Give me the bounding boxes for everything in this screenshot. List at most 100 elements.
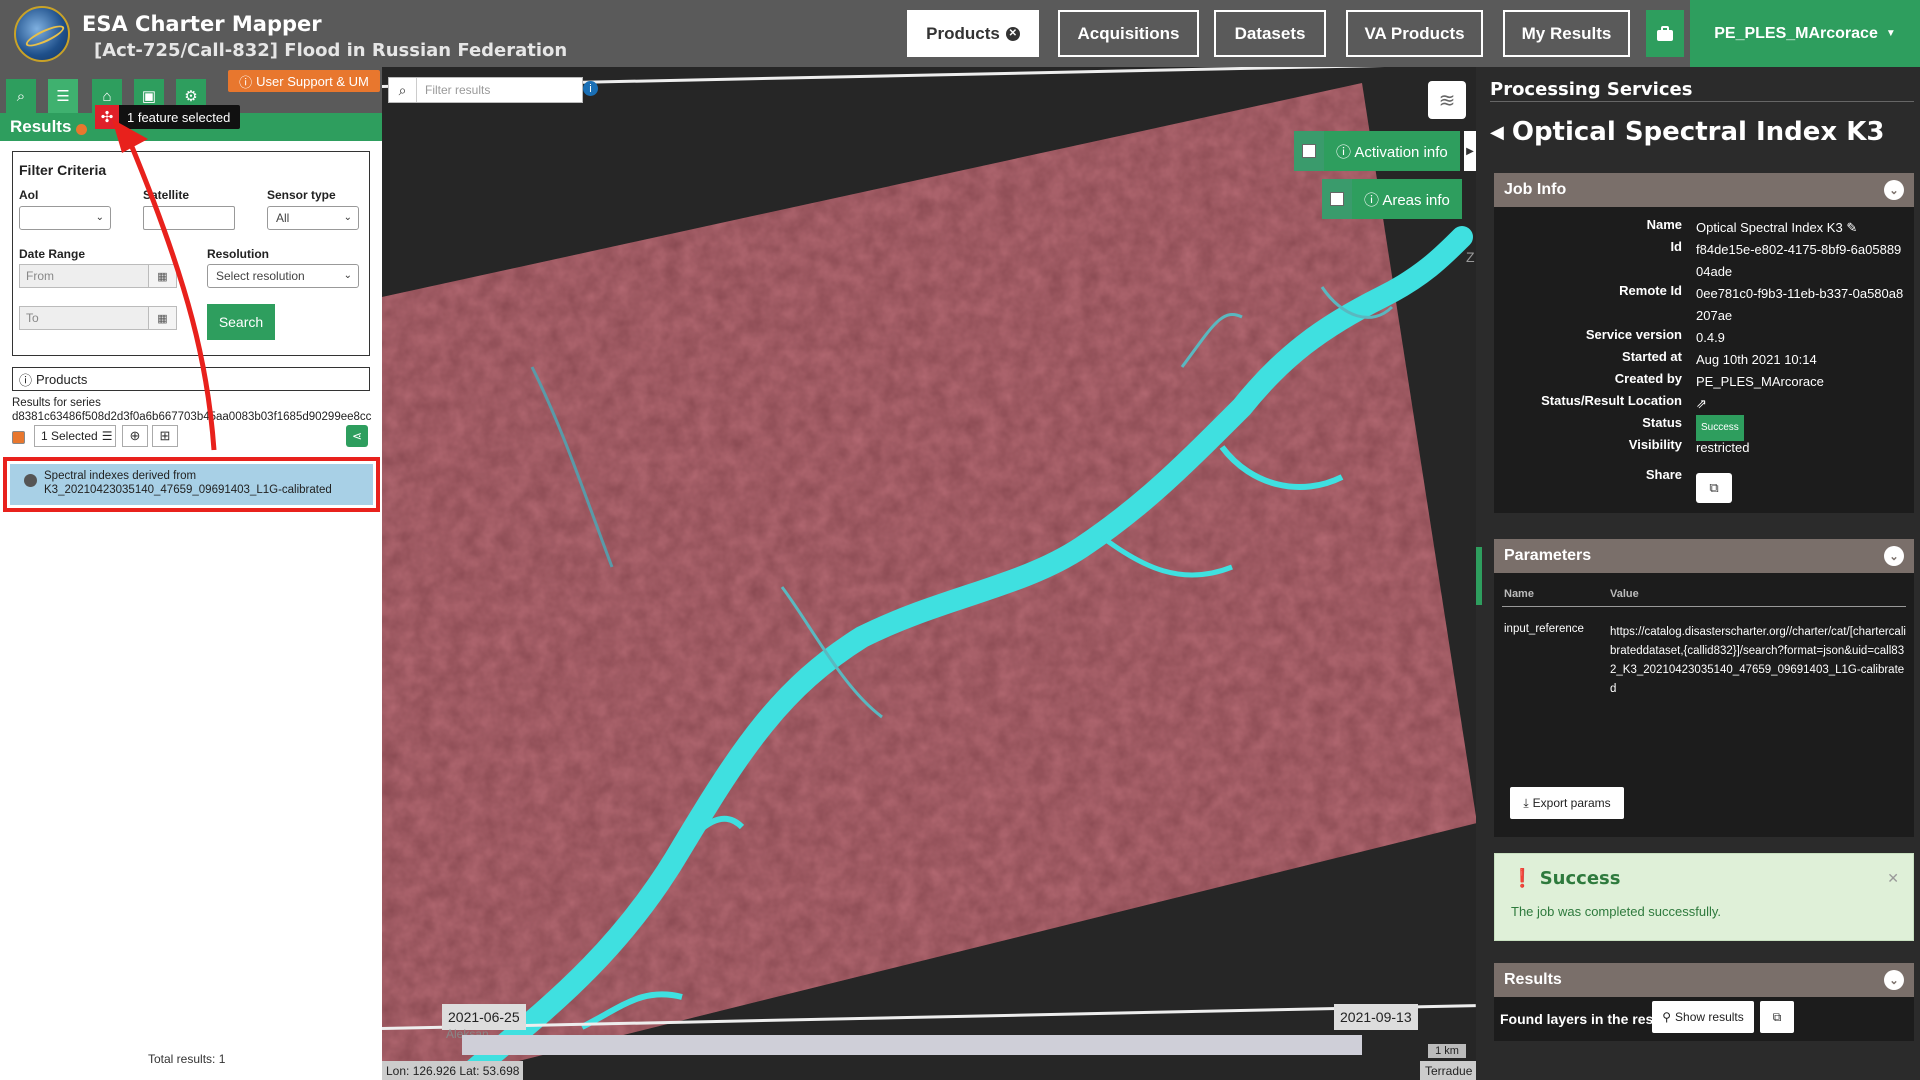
download-icon: ⤓: [1523, 795, 1529, 810]
started-at-label: Started at: [1622, 349, 1682, 364]
param-col-value: Value: [1610, 588, 1639, 600]
nav-va-products[interactable]: VA Products: [1346, 10, 1483, 57]
right-panel: Processing Services ◀ Optical Spectral In…: [1476, 67, 1920, 1080]
timeline-end-date[interactable]: 2021-09-13: [1334, 1004, 1418, 1030]
copy-icon[interactable]: ⧉: [1696, 473, 1732, 503]
total-results: Total results: 1: [148, 1052, 226, 1066]
list-item[interactable]: Spectral indexes derived from K3_2021042…: [10, 464, 373, 505]
service-title: ◀ Optical Spectral Index K3: [1490, 117, 1884, 147]
export-params-button[interactable]: ⤓ Export params: [1510, 787, 1624, 819]
status-label: Status: [1642, 415, 1682, 430]
user-name: PE_PLES_MArcorace: [1714, 24, 1878, 42]
service-title-label: Optical Spectral Index K3: [1511, 117, 1885, 147]
esa-charter-logo: [14, 6, 70, 62]
activation-info-label: Activation info: [1354, 143, 1448, 161]
parameters-section: Parameters ⌄ Name Value input_reference …: [1494, 539, 1914, 837]
nav-my-results[interactable]: My Results: [1503, 10, 1630, 57]
map-filter-placeholder: Filter results: [425, 83, 491, 97]
param-name: input_reference: [1504, 623, 1584, 635]
scale-bar: 1 km: [1428, 1044, 1466, 1058]
chevron-down-icon[interactable]: ⌄: [1884, 180, 1904, 200]
user-menu[interactable]: PE_PLES_MArcorace ▼: [1690, 0, 1920, 67]
chevron-down-icon[interactable]: ⌄: [1884, 970, 1904, 990]
job-name-label: Name: [1646, 217, 1682, 232]
parameters-title: Parameters: [1504, 547, 1592, 564]
activation-info-toggle[interactable]: ⓘ Activation info: [1294, 131, 1460, 171]
job-id-label: Id: [1670, 239, 1682, 254]
areas-info-checkbox[interactable]: [1322, 179, 1352, 219]
visibility-label: Visibility: [1628, 437, 1682, 452]
search-icon: ⌕: [389, 78, 417, 102]
map-view[interactable]: ⌕ Filter results i ≋ ⓘ Activation info ▶…: [382, 67, 1476, 1080]
job-info-header[interactable]: Job Info ⌄: [1494, 173, 1914, 207]
external-link-icon[interactable]: ⇗: [1696, 396, 1707, 411]
exclamation-circle-icon: ❗: [1511, 868, 1534, 889]
info-icon: ⓘ: [1336, 143, 1355, 161]
copy-icon[interactable]: ⧉: [1760, 1001, 1794, 1033]
caret-down-icon: ▼: [1885, 28, 1896, 39]
divider: [1490, 101, 1914, 102]
service-version-value: 0.4.9: [1696, 330, 1725, 345]
close-icon[interactable]: ✕: [1887, 870, 1899, 887]
panel-edge-marker: [1476, 547, 1482, 605]
nav-products[interactable]: Products ✕: [907, 10, 1039, 57]
briefcase-icon[interactable]: [1646, 10, 1684, 57]
success-title: ❗ Success: [1511, 868, 1620, 889]
nav-acquisitions[interactable]: Acquisitions: [1058, 10, 1199, 57]
annotation-arrow: [112, 119, 217, 451]
remote-id-label: Remote Id: [1619, 283, 1682, 298]
chevron-down-icon[interactable]: ⌄: [1884, 546, 1904, 566]
remote-id-value: 0ee781c0-f9b3-11eb-b337-0a580a8207ae: [1696, 286, 1904, 323]
nav-datasets[interactable]: Datasets: [1214, 10, 1326, 57]
result-item-label: Spectral indexes derived from K3_2021042…: [44, 470, 332, 496]
map-marker-icon: ⚲: [1662, 1010, 1672, 1024]
activation-info-checkbox[interactable]: [1294, 131, 1324, 171]
success-alert: ❗ Success The job was completed successf…: [1494, 853, 1914, 941]
processing-services-title: Processing Services: [1490, 79, 1693, 100]
export-params-label: Export params: [1532, 796, 1611, 810]
satellite-image: [382, 83, 1476, 1080]
left-panel: ⌕ ☰ ⌂ ▣ ⚙ ⓘ User Support & UM Results ✣ …: [0, 67, 382, 1080]
nav-products-label: Products: [926, 23, 1000, 43]
info-icon: ⓘ: [1364, 191, 1383, 209]
layers-icon[interactable]: ≋: [1428, 81, 1466, 119]
back-caret-icon[interactable]: ◀: [1490, 122, 1504, 143]
results-header[interactable]: Results ⌄: [1494, 963, 1914, 997]
cursor-coordinates: Lon: 126.926 Lat: 53.698: [382, 1061, 524, 1080]
map-filter-input[interactable]: ⌕ Filter results: [388, 77, 583, 103]
globe-icon: [24, 474, 37, 487]
created-by-label: Created by: [1614, 371, 1682, 386]
areas-info-toggle[interactable]: ⓘ Areas info: [1322, 179, 1462, 219]
started-at-value: Aug 10th 2021 10:14: [1696, 352, 1817, 367]
found-layers-label: Found layers in the result.: [1500, 1011, 1675, 1027]
success-message: The job was completed successfully.: [1511, 904, 1722, 919]
job-info-title: Job Info: [1504, 181, 1567, 198]
job-info-section: Job Info ⌄ Name Optical Spectral Index K…: [1494, 173, 1914, 513]
job-id-value: f84de15e-e802-4175-8bf9-6a0588904ade: [1696, 242, 1902, 279]
results-title: Results: [1504, 971, 1562, 988]
success-title-label: Success: [1539, 868, 1621, 889]
areas-info-label: Areas info: [1382, 191, 1450, 209]
results-section: Results ⌄ Found layers in the result. ⚲ …: [1494, 963, 1914, 1041]
timeline-range-slider[interactable]: [462, 1035, 1362, 1055]
app-title: ESA Charter Mapper: [82, 12, 322, 36]
service-version-label: Service version: [1585, 327, 1682, 342]
info-icon[interactable]: i: [583, 81, 598, 96]
visibility-value: restricted: [1696, 440, 1750, 455]
map-attribution[interactable]: Terradue: [1420, 1061, 1476, 1080]
activation-title: [Act-725/Call-832] Flood in Russian Fede…: [94, 40, 568, 61]
param-col-name: Name: [1504, 588, 1534, 600]
show-results-label: Show results: [1675, 1010, 1744, 1024]
share-label: Share: [1645, 467, 1682, 482]
close-circle-icon[interactable]: ✕: [1005, 26, 1020, 41]
show-results-button[interactable]: ⚲ Show results: [1652, 1001, 1754, 1033]
top-header: ESA Charter Mapper [Act-725/Call-832] Fl…: [0, 0, 1920, 67]
parameters-header[interactable]: Parameters ⌄: [1494, 539, 1914, 573]
result-location-label: Status/Result Location: [1541, 393, 1682, 408]
pencil-icon[interactable]: ✎: [1846, 220, 1857, 235]
parameters-table-header: Name Value: [1502, 583, 1906, 607]
chevron-right-icon[interactable]: ▶: [1464, 131, 1476, 171]
created-by-value: PE_PLES_MArcorace: [1696, 374, 1824, 389]
job-name-value: Optical Spectral Index K3: [1696, 220, 1843, 235]
map-edge-label: Z: [1466, 249, 1475, 265]
